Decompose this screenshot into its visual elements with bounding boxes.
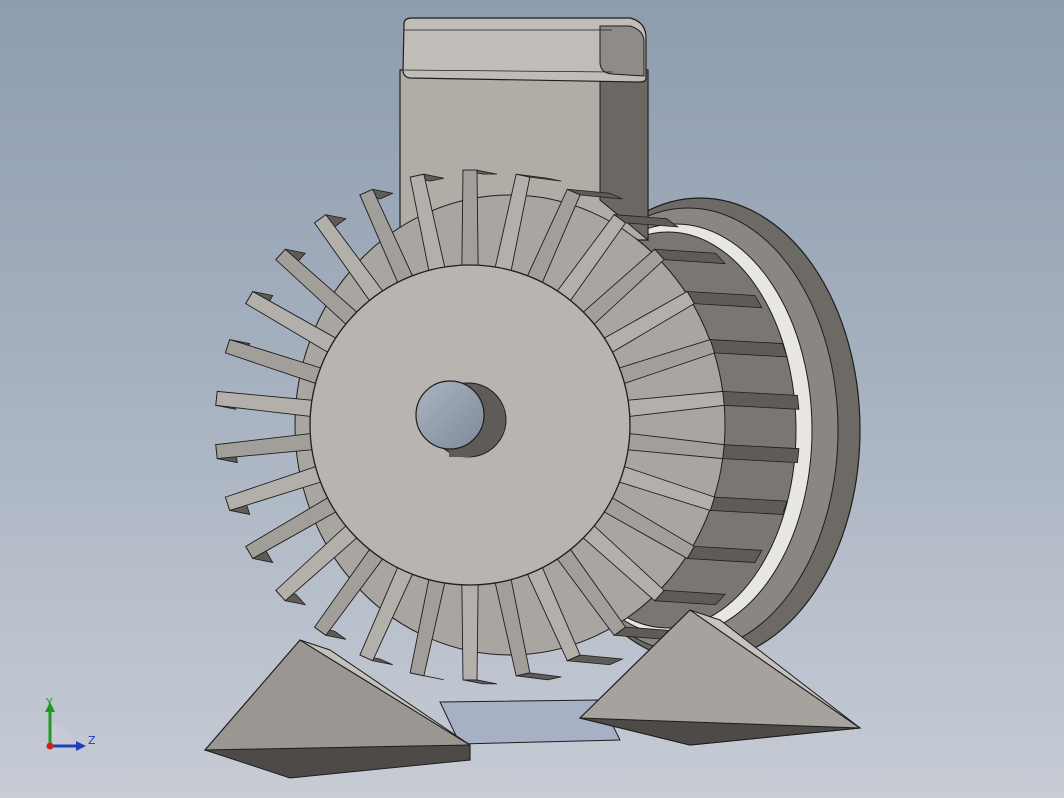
z-axis-label: Z <box>88 734 96 747</box>
cooling-fin <box>461 169 479 276</box>
cooling-fin <box>461 574 479 681</box>
z-axis-arrowhead <box>76 741 86 751</box>
origin-dot <box>46 742 54 750</box>
axis-triad: Y Z <box>45 696 96 751</box>
motor-model[interactable] <box>0 0 1064 798</box>
graphics-viewport[interactable]: Y Z <box>0 0 1064 798</box>
y-axis-label: Y <box>45 696 53 709</box>
fin-side <box>462 679 498 685</box>
